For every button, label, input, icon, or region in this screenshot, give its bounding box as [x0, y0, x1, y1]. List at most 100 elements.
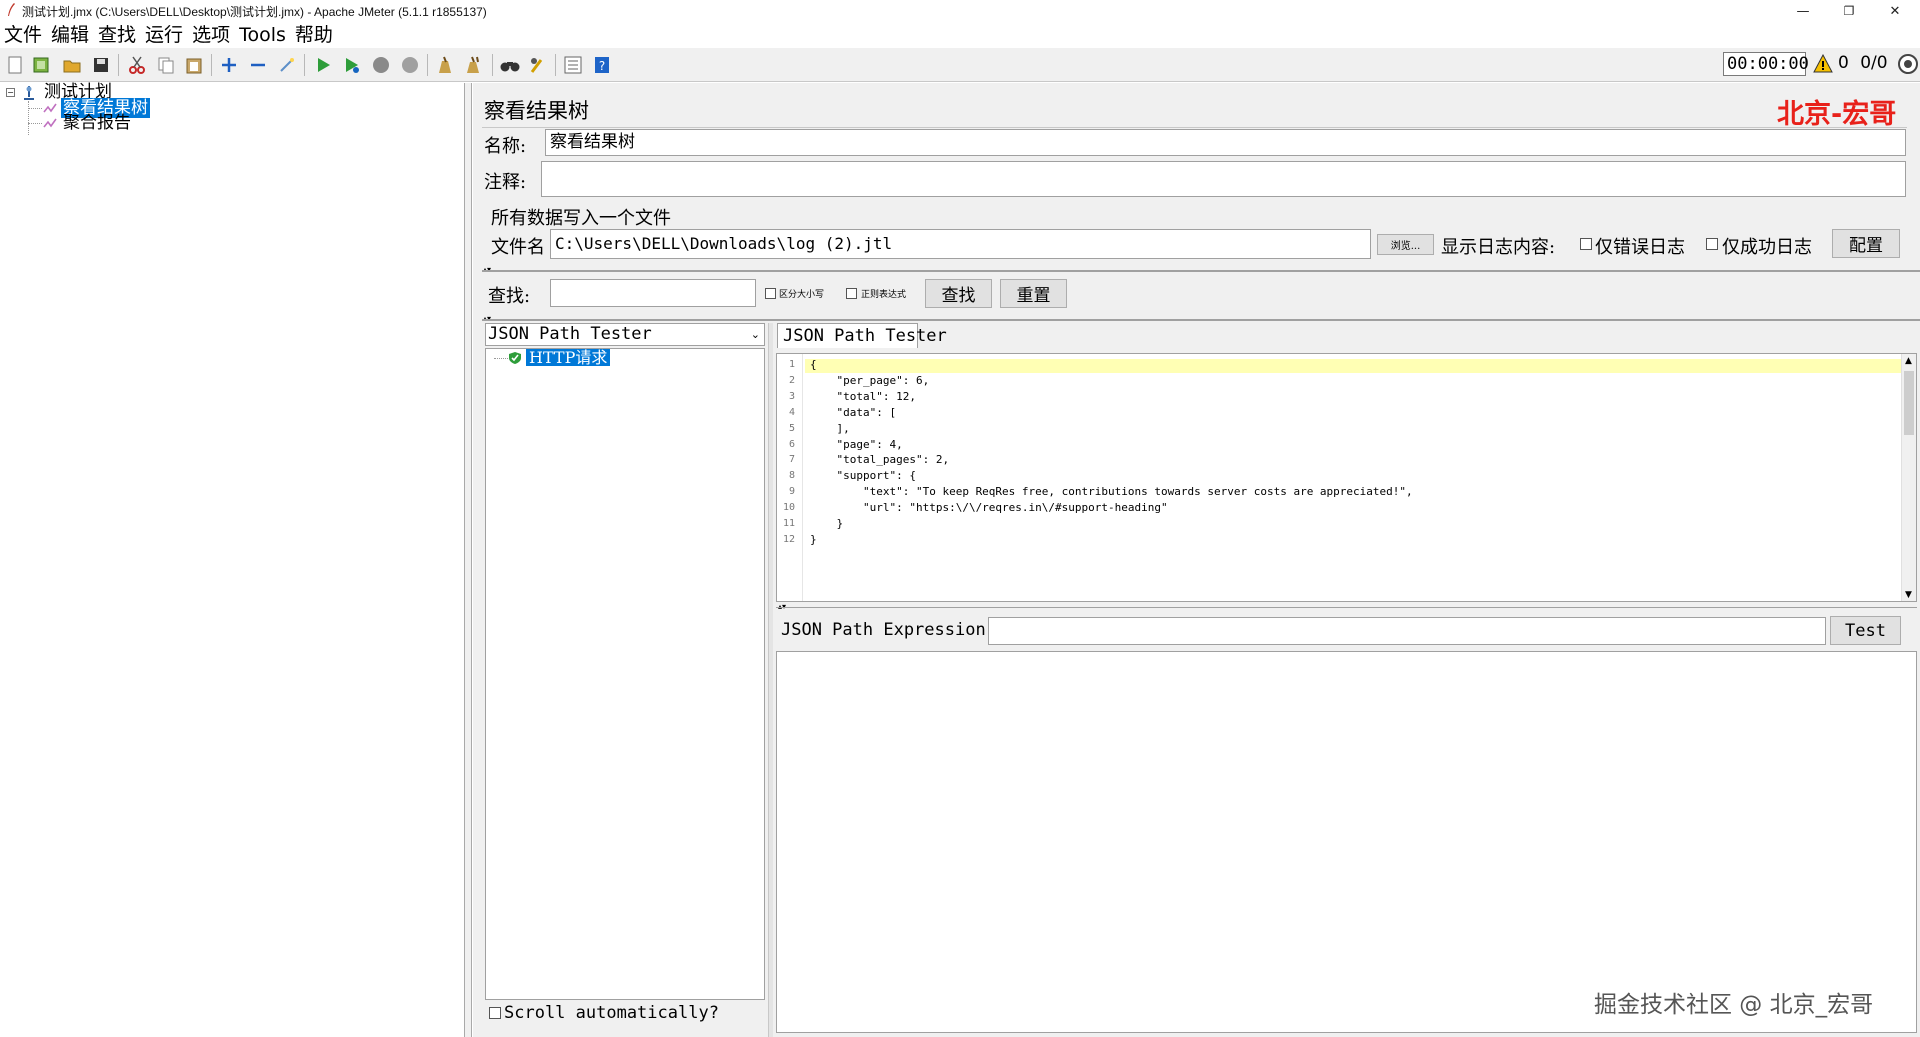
response-line: {	[810, 358, 817, 371]
jmeter-feather-icon	[8, 3, 15, 16]
elapsed-timer: 00:00:00	[1723, 52, 1809, 76]
json-path-expression-input[interactable]	[988, 617, 1826, 645]
stop-icon[interactable]	[370, 54, 392, 76]
search-input[interactable]	[550, 279, 756, 307]
thread-count: 0/0	[1860, 53, 1888, 73]
watermark-bottom: 掘金技术社区 @ 北京_宏哥	[1594, 992, 1874, 1018]
menu-tools[interactable]: Tools	[239, 23, 286, 47]
line-number: 12	[782, 533, 795, 545]
sample-result-list: HTTP请求	[485, 348, 765, 1000]
line-number: 6	[788, 438, 795, 450]
test-button[interactable]: Test	[1830, 616, 1901, 645]
response-line: "support": {	[810, 469, 916, 483]
panel-title: 察看结果树	[484, 99, 589, 123]
close-button[interactable]: ✕	[1872, 0, 1918, 22]
scrollbar-thumb[interactable]	[1904, 371, 1914, 435]
clear-icon[interactable]	[434, 54, 456, 76]
divider[interactable]	[482, 270, 1920, 272]
reset-search-icon[interactable]	[527, 54, 549, 76]
scroll-auto-checkbox[interactable]	[489, 1007, 501, 1019]
sample-item-http-request[interactable]: HTTP请求	[526, 349, 611, 366]
filename-label: 文件名	[491, 237, 545, 258]
menu-bar: 文件 编辑 查找 运行 选项 Tools 帮助	[0, 22, 1920, 48]
name-input[interactable]: 察看结果树	[545, 129, 1906, 156]
menu-run[interactable]: 运行	[145, 23, 183, 47]
new-icon[interactable]	[4, 54, 26, 76]
renderer-select[interactable]: JSON Path Tester ⌄	[485, 323, 765, 346]
errors-only-checkbox[interactable]	[1580, 238, 1592, 250]
save-icon[interactable]	[90, 54, 112, 76]
cut-icon[interactable]	[126, 54, 148, 76]
success-only-label: 仅成功日志	[1722, 237, 1812, 258]
function-helper-icon[interactable]	[562, 54, 584, 76]
tab-json-path-tester[interactable]: JSON Path Tester	[777, 323, 947, 348]
filename-input[interactable]: C:\Users\DELL\Downloads\log (2).jtl	[550, 229, 1371, 259]
line-number: 11	[782, 518, 795, 529]
chevron-down-icon: ⌄	[750, 328, 760, 341]
scroll-down-icon[interactable]: ▼	[1905, 590, 1912, 600]
log-display-label: 显示日志内容:	[1441, 237, 1556, 258]
toggle-icon[interactable]	[276, 54, 298, 76]
status-counts: 0 0/0	[1838, 53, 1888, 73]
help-icon[interactable]: ?	[591, 54, 613, 76]
case-sensitive-checkbox[interactable]	[765, 288, 776, 299]
remote-status-icon[interactable]	[1897, 53, 1919, 75]
expand-icon[interactable]	[218, 54, 240, 76]
tab-label: JSON Path Tester	[783, 326, 947, 346]
menu-help[interactable]: 帮助	[295, 23, 333, 47]
start-no-pause-icon[interactable]	[341, 54, 363, 76]
divider[interactable]	[776, 607, 1917, 608]
shutdown-icon[interactable]	[399, 54, 421, 76]
collapse-toggle[interactable]: −	[6, 88, 15, 97]
line-number: 4	[788, 406, 795, 418]
search-label: 查找:	[488, 286, 531, 307]
clear-all-icon[interactable]	[463, 54, 485, 76]
open-icon[interactable]	[61, 54, 83, 76]
line-number: 5	[788, 422, 795, 434]
success-only-checkbox[interactable]	[1706, 238, 1718, 250]
response-line: "total_pages": 2,	[810, 453, 950, 467]
current-line-highlight	[805, 359, 1916, 373]
warning-count: 0	[1838, 53, 1849, 73]
json-path-expression-label: JSON Path Expression	[781, 620, 986, 640]
response-body-viewer[interactable]: 1 {2 "per_page": 6, 3 "total": 12, 4 "data"…	[776, 353, 1917, 602]
success-shield-icon	[509, 352, 521, 364]
search-icon[interactable]	[499, 54, 521, 76]
renderer-select-value: JSON Path Tester	[488, 324, 652, 344]
vertical-scrollbar[interactable]: ▲ ▼	[1901, 354, 1916, 601]
menu-file[interactable]: 文件	[4, 23, 42, 47]
scroll-up-icon[interactable]: ▲	[1905, 356, 1912, 366]
restore-button[interactable]: ❐	[1826, 0, 1872, 22]
inner-splitter[interactable]	[768, 323, 773, 1037]
regex-checkbox[interactable]	[846, 288, 857, 299]
line-number: 7	[788, 454, 795, 466]
paste-icon[interactable]	[183, 54, 205, 76]
menu-edit[interactable]: 编辑	[51, 23, 89, 47]
minimize-button[interactable]: —	[1780, 0, 1826, 22]
listener-icon	[43, 118, 57, 128]
warning-icon[interactable]	[1813, 54, 1833, 74]
reset-button[interactable]: 重置	[1000, 279, 1067, 308]
response-line: ],	[810, 421, 850, 435]
divider[interactable]	[482, 319, 1920, 321]
copy-icon[interactable]	[155, 54, 177, 76]
start-icon[interactable]	[312, 54, 334, 76]
find-button[interactable]: 查找	[925, 279, 992, 308]
scroll-auto-label: Scroll automatically?	[504, 1003, 719, 1023]
svg-text:?: ?	[599, 59, 605, 73]
menu-options[interactable]: 选项	[192, 23, 230, 47]
panel-splitter[interactable]	[465, 83, 472, 1037]
tree-item-aggregate-report[interactable]: 聚合报告	[63, 114, 131, 132]
comment-input[interactable]	[541, 161, 1906, 197]
collapse-icon[interactable]	[247, 54, 269, 76]
json-path-result-area[interactable]	[776, 651, 1917, 1033]
view-results-tree-panel: 察看结果树 北京-宏哥 名称: 察看结果树 注释: 所有数据写入一个文件 文件名…	[473, 83, 1920, 1037]
browse-button[interactable]: 浏览...	[1377, 234, 1434, 255]
menu-search[interactable]: 查找	[98, 23, 136, 47]
line-number: 3	[788, 390, 795, 402]
write-all-label: 所有数据写入一个文件	[491, 208, 671, 229]
templates-icon[interactable]	[30, 54, 52, 76]
line-number: 2	[788, 374, 795, 386]
errors-only-label: 仅错误日志	[1595, 237, 1685, 258]
configure-button[interactable]: 配置	[1832, 229, 1900, 258]
